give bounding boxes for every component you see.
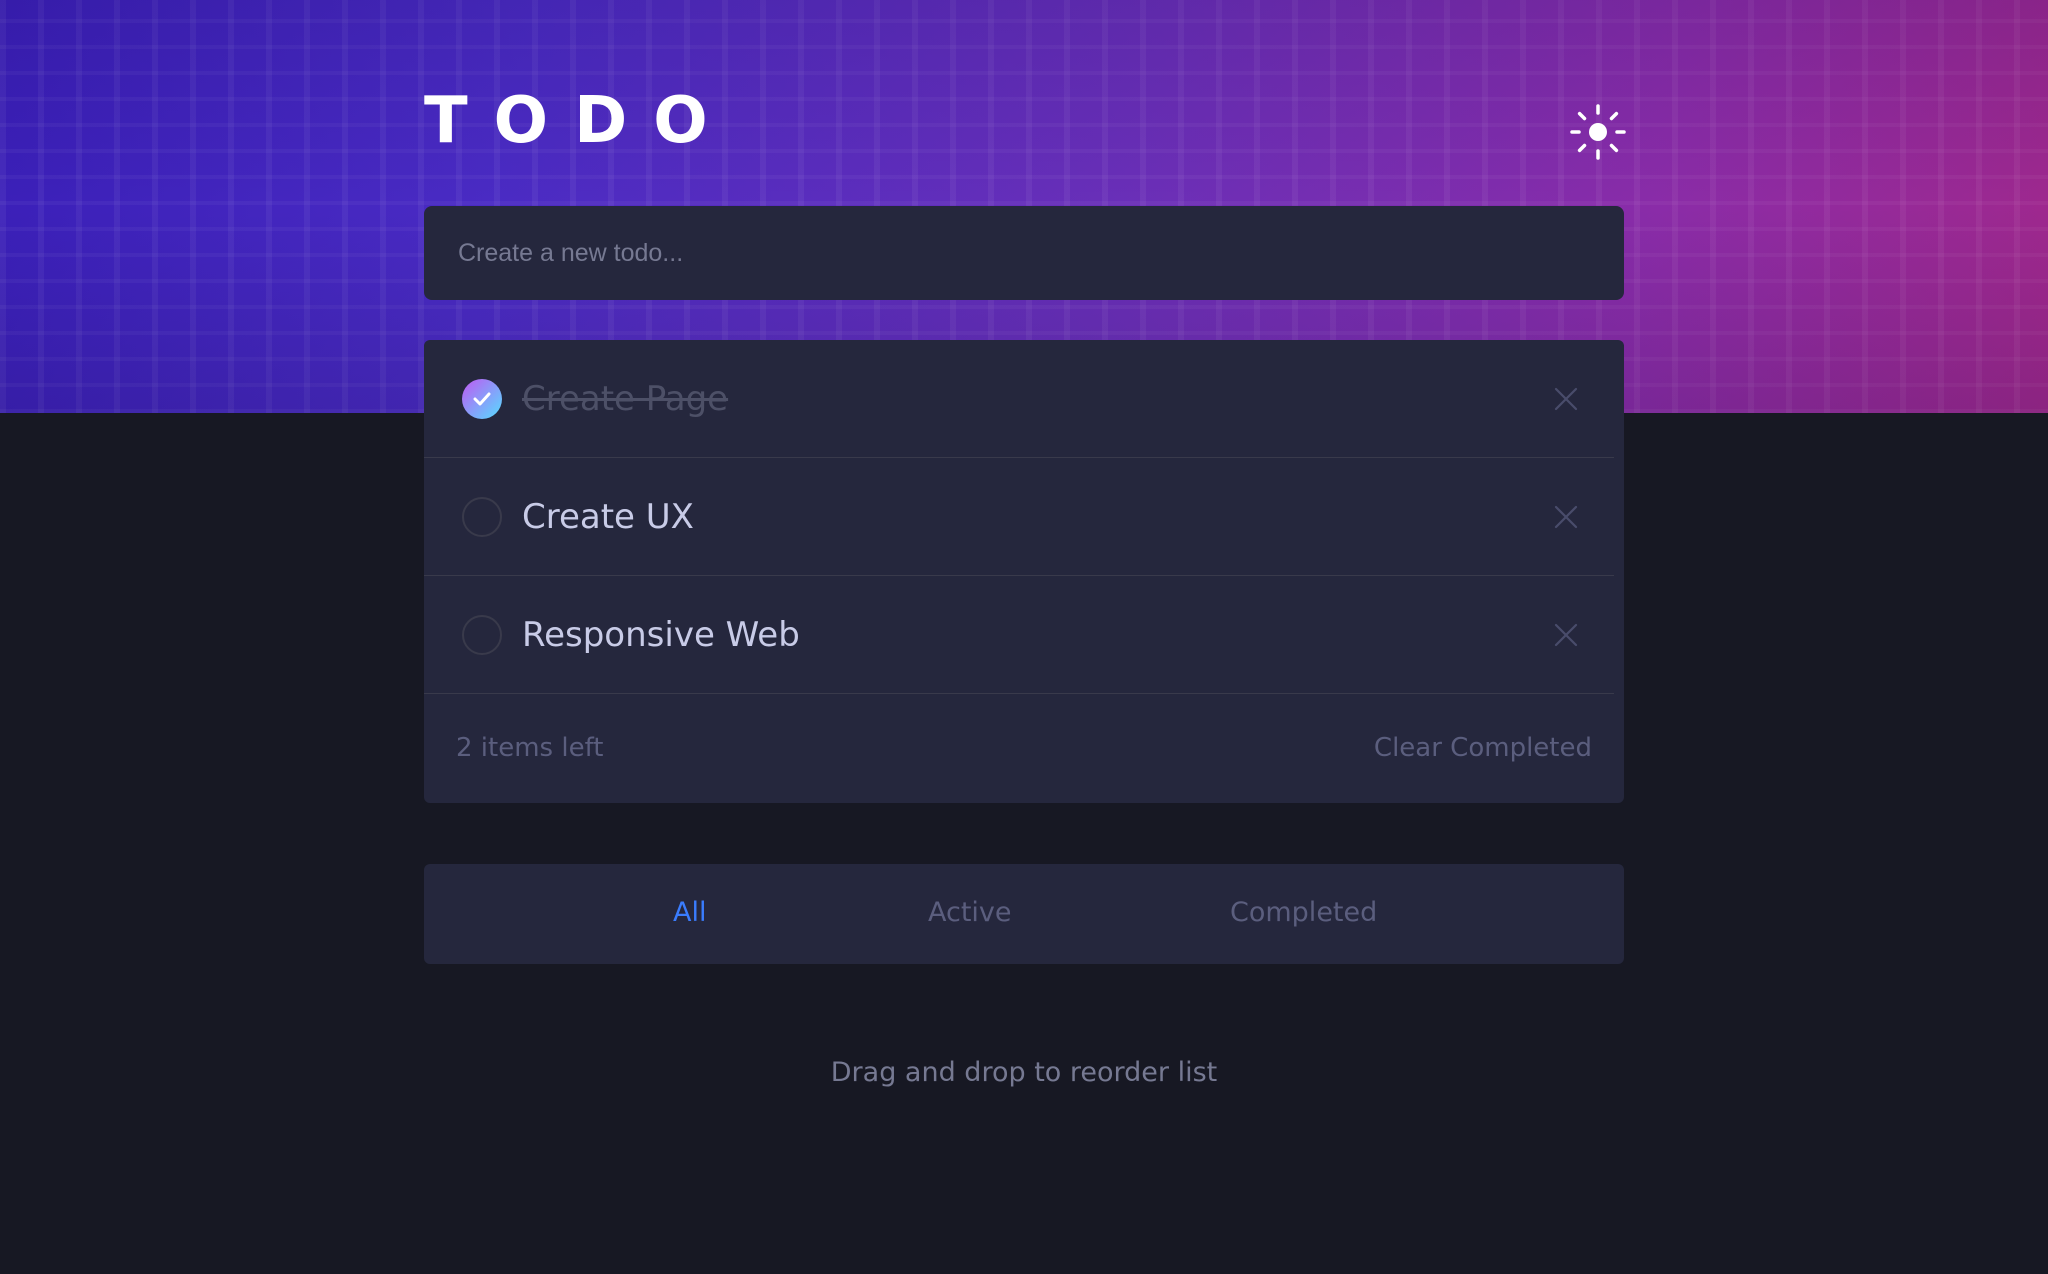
close-icon (1554, 387, 1578, 410)
check-icon (473, 392, 491, 405)
filter-all-tab[interactable]: All (673, 897, 706, 928)
new-todo-input[interactable] (456, 206, 1624, 300)
remove-todo-button[interactable] (1552, 621, 1580, 649)
close-icon (1554, 623, 1578, 646)
filter-bar: All Active Completed (424, 864, 1624, 964)
filter-active-tab[interactable]: Active (928, 897, 1012, 928)
todo-text: Create UX (522, 496, 694, 537)
todo-list: Create Page Create UX Responsive Web 2 i… (424, 340, 1624, 803)
close-icon (1554, 505, 1578, 528)
remove-todo-button[interactable] (1552, 385, 1580, 413)
todo-text: Create Page (522, 378, 729, 419)
theme-toggle-button[interactable] (1568, 102, 1628, 162)
new-todo-box (424, 206, 1624, 300)
todo-item[interactable]: Create UX (424, 458, 1614, 576)
items-left-count: 2 items left (456, 733, 604, 763)
todo-item[interactable]: Create Page (424, 340, 1614, 458)
todo-item[interactable]: Responsive Web (424, 576, 1614, 694)
todo-checkbox[interactable] (462, 614, 502, 655)
list-footer: 2 items left Clear Completed (424, 694, 1624, 802)
clear-completed-button[interactable]: Clear Completed (1374, 733, 1592, 763)
reorder-hint: Drag and drop to reorder list (830, 1057, 1218, 1088)
todo-text: Responsive Web (522, 614, 800, 655)
app-title: TODO (424, 84, 734, 158)
remove-todo-button[interactable] (1552, 503, 1580, 531)
todo-checkbox[interactable] (462, 496, 502, 537)
filter-completed-tab[interactable]: Completed (1230, 897, 1377, 928)
sun-icon (1570, 104, 1626, 160)
todo-checkbox-checked[interactable] (462, 378, 502, 419)
